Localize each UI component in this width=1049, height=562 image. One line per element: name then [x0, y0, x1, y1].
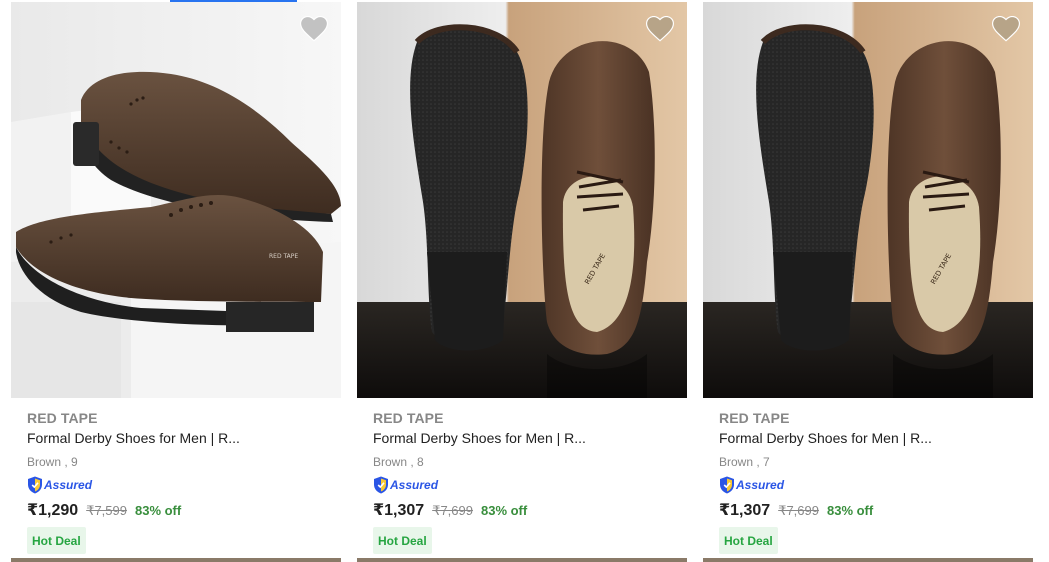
next-row-image-edge-3: [703, 558, 1033, 562]
original-price: ₹7,599: [86, 503, 127, 518]
hot-deal-badge: Hot Deal: [719, 527, 778, 554]
discount-percent: 83% off: [134, 503, 182, 518]
product-brand: RED TAPE: [373, 410, 444, 426]
price-row: ₹1,307 ₹7,699 83% off: [719, 500, 873, 520]
next-row-image-edge: [11, 558, 1041, 562]
next-row-image-edge-1: [11, 558, 341, 562]
product-image[interactable]: RED TAPE: [703, 2, 1033, 398]
price-row: ₹1,307 ₹7,699 83% off: [373, 500, 527, 520]
product-title[interactable]: Formal Derby Shoes for Men | R...: [373, 430, 586, 446]
wishlist-button[interactable]: [992, 16, 1020, 42]
assured-badge: Assured: [373, 476, 438, 494]
product-card[interactable]: RED TAPE RED TAPE Formal Derby Shoes for…: [11, 2, 342, 562]
product-variant: Brown , 7: [719, 455, 770, 469]
heart-icon[interactable]: [992, 16, 1020, 42]
next-row-image-edge-2: [357, 558, 687, 562]
selling-price: ₹1,307: [719, 502, 771, 519]
original-price: ₹7,699: [432, 503, 473, 518]
shoe-logo-imprint: RED TAPE: [269, 253, 298, 260]
assured-label: Assured: [44, 478, 93, 492]
discount-percent: 83% off: [826, 503, 874, 518]
assured-label: Assured: [736, 478, 785, 492]
brogue-shoes-photo: RED TAPE: [11, 2, 341, 398]
product-image[interactable]: RED TAPE: [357, 2, 687, 398]
product-grid: RED TAPE RED TAPE Formal Derby Shoes for…: [0, 0, 1049, 562]
selling-price: ₹1,307: [373, 502, 425, 519]
heart-icon[interactable]: [646, 16, 674, 42]
product-card[interactable]: RED TAPE RED TAPE Formal Derby Shoes for…: [703, 2, 1034, 562]
hot-deal-badge: Hot Deal: [373, 527, 432, 554]
assured-badge: Assured: [719, 476, 784, 494]
product-variant: Brown , 8: [373, 455, 424, 469]
product-variant: Brown , 9: [27, 455, 78, 469]
product-brand: RED TAPE: [27, 410, 98, 426]
price-row: ₹1,290 ₹7,599 83% off: [27, 500, 181, 520]
derby-shoes-photo: RED TAPE: [357, 2, 687, 398]
selling-price: ₹1,290: [27, 502, 79, 519]
product-title[interactable]: Formal Derby Shoes for Men | R...: [719, 430, 932, 446]
assured-badge: Assured: [27, 476, 92, 494]
derby-shoes-photo: RED TAPE: [703, 2, 1033, 398]
hot-deal-badge: Hot Deal: [27, 527, 86, 554]
assured-shield-icon: [374, 476, 388, 494]
original-price: ₹7,699: [778, 503, 819, 518]
assured-label: Assured: [390, 478, 439, 492]
heart-icon[interactable]: [300, 16, 328, 42]
product-brand: RED TAPE: [719, 410, 790, 426]
assured-shield-icon: [720, 476, 734, 494]
wishlist-button[interactable]: [646, 16, 674, 42]
assured-shield-icon: [28, 476, 42, 494]
product-image[interactable]: RED TAPE: [11, 2, 341, 398]
wishlist-button[interactable]: [300, 16, 328, 42]
product-title[interactable]: Formal Derby Shoes for Men | R...: [27, 430, 240, 446]
product-card[interactable]: RED TAPE RED TAPE Formal Derby Shoes for…: [357, 2, 688, 562]
discount-percent: 83% off: [480, 503, 528, 518]
